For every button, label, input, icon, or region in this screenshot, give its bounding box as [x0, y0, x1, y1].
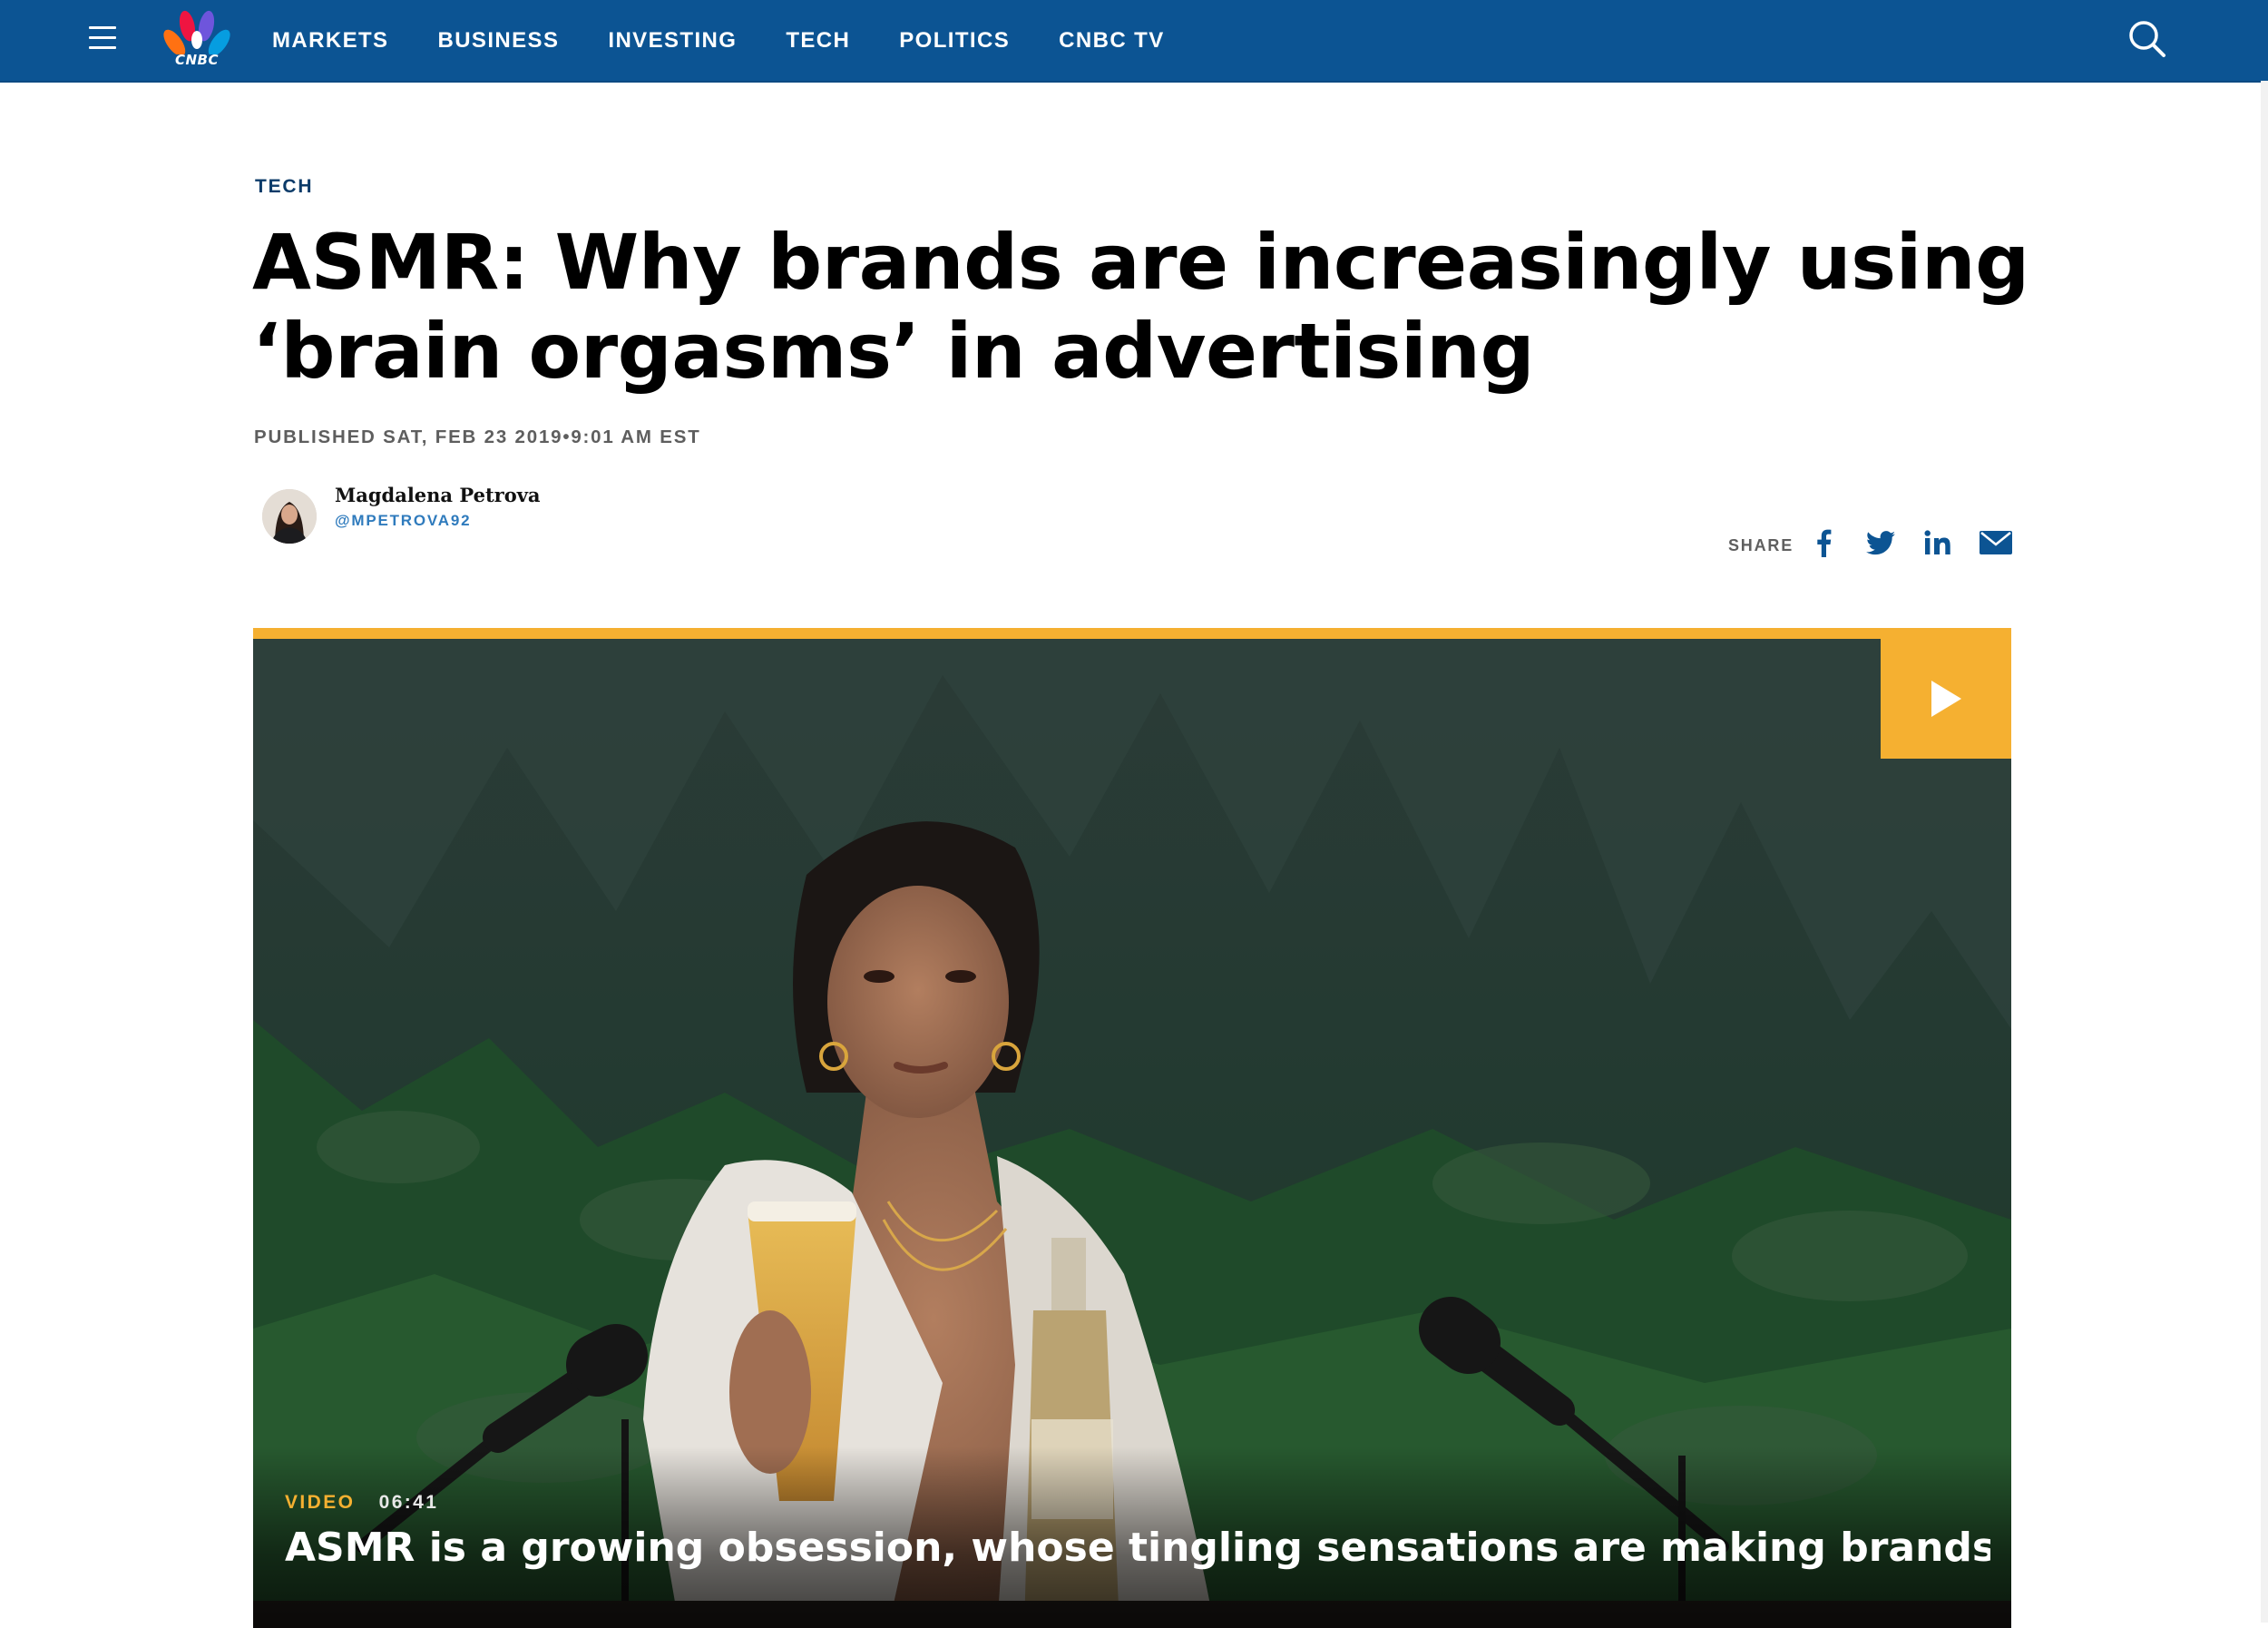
scrollbar-track[interactable] [2261, 81, 2268, 1623]
video-title[interactable]: ASMR is a growing obsession, whose tingl… [285, 1525, 1990, 1571]
article-section-kicker[interactable]: TECH [255, 176, 313, 198]
peacock-logo-icon [163, 10, 230, 77]
logo-wordmark: CNBC [174, 52, 219, 68]
nav-item-tech[interactable]: TECH [786, 28, 850, 54]
play-button[interactable] [1881, 639, 2011, 759]
primary-nav: MARKETS BUSINESS INVESTING TECH POLITICS… [272, 0, 1214, 81]
author-name[interactable]: Magdalena Petrova [335, 484, 541, 506]
nav-item-investing[interactable]: INVESTING [608, 28, 737, 54]
hamburger-menu-icon[interactable] [89, 26, 116, 50]
headline-line-1: ASMR: Why brands are increasingly using [252, 218, 2029, 307]
headline-line-2: ‘brain orgasms’ in advertising [252, 307, 1535, 396]
author-twitter-handle[interactable]: @MPETROVA92 [335, 512, 471, 530]
linkedin-icon[interactable] [1923, 526, 1952, 559]
twitter-icon[interactable] [1865, 526, 1896, 559]
video-meta: VIDEO 06:41 [285, 1492, 438, 1514]
video-duration: 06:41 [378, 1492, 439, 1513]
play-icon [1931, 681, 1961, 717]
nav-item-politics[interactable]: POLITICS [899, 28, 1010, 54]
nav-item-cnbc-tv[interactable]: CNBC TV [1059, 28, 1164, 54]
search-icon[interactable] [2126, 18, 2168, 60]
top-navigation-bar: CNBC MARKETS BUSINESS INVESTING TECH POL… [0, 0, 2268, 83]
nav-item-markets[interactable]: MARKETS [272, 28, 388, 54]
cnbc-logo[interactable]: CNBC [160, 7, 234, 77]
facebook-icon[interactable] [1813, 526, 1834, 559]
video-tag: VIDEO [285, 1492, 356, 1513]
article-headline: ASMR: Why brands are increasingly using … [252, 218, 2048, 396]
author-avatar[interactable] [262, 489, 317, 544]
hero-video-player[interactable]: VIDEO 06:41 ASMR is a growing obsession,… [253, 628, 2011, 1628]
email-icon[interactable] [1979, 526, 2013, 559]
published-timestamp: PUBLISHED SAT, FEB 23 2019•9:01 AM EST [254, 427, 701, 447]
nav-item-business[interactable]: BUSINESS [437, 28, 559, 54]
share-label: SHARE [1728, 536, 1794, 554]
